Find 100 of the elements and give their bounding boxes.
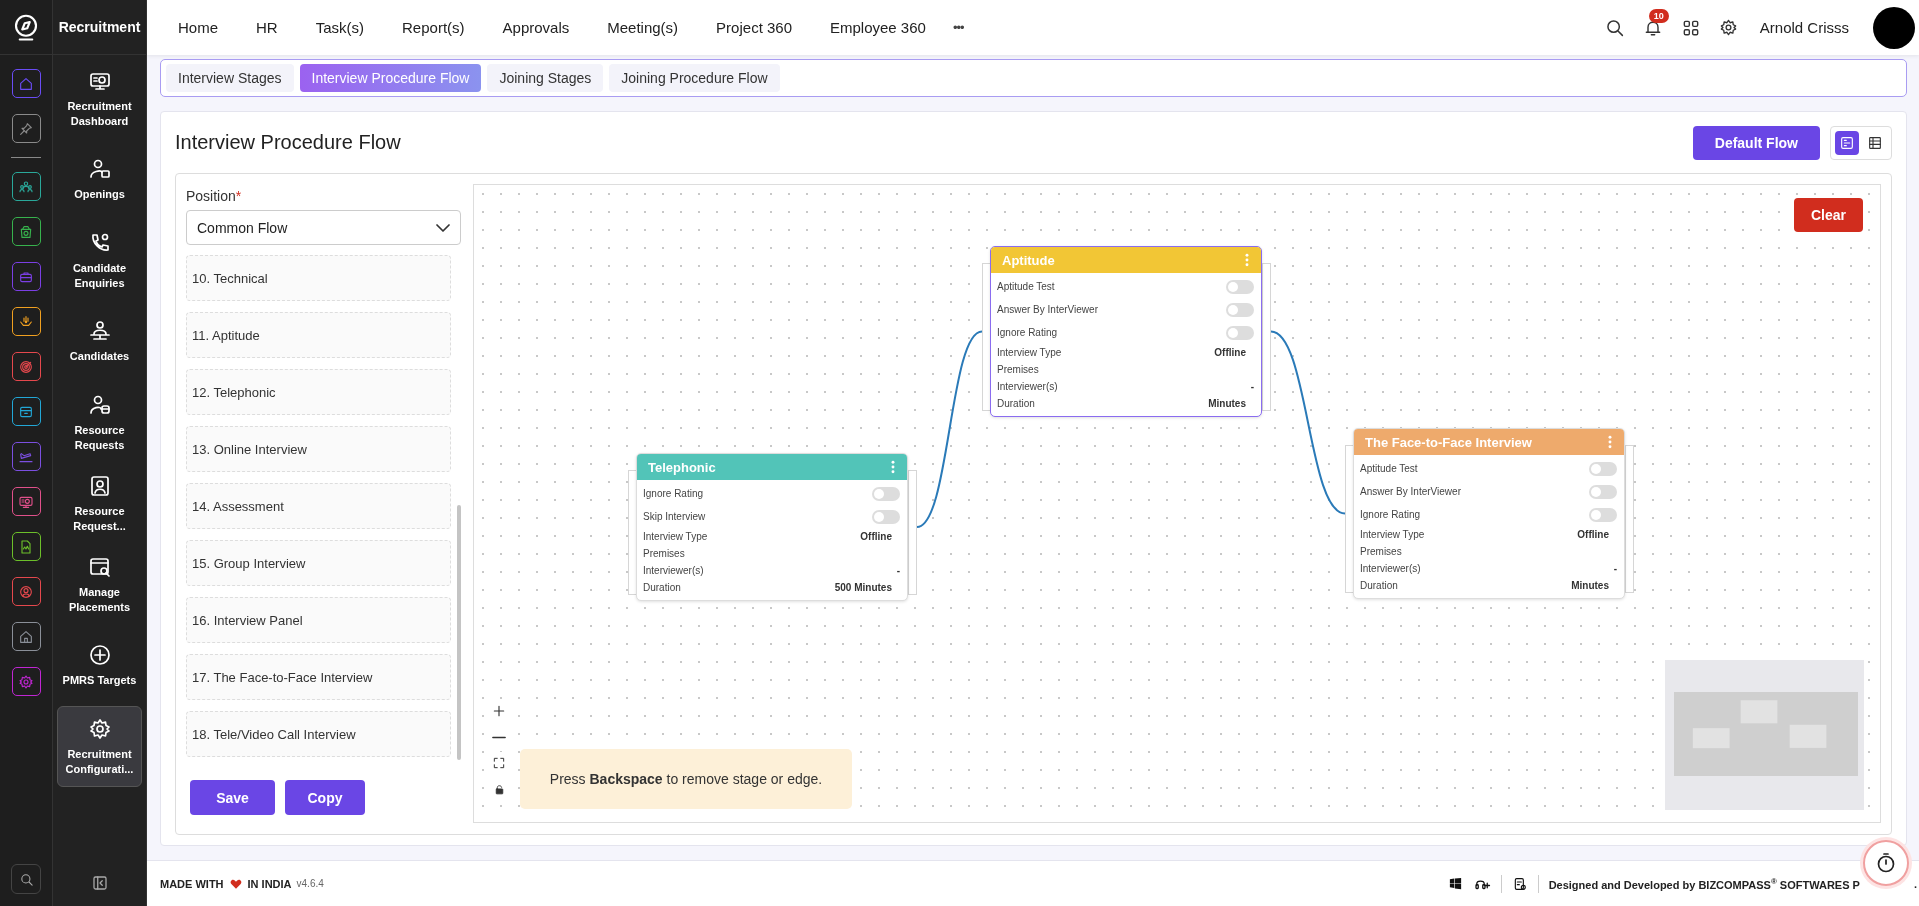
field-value: Offline [860,531,893,542]
user-name[interactable]: Arnold Crisss [1759,19,1849,36]
search-icon [18,871,34,887]
sidebar-item[interactable]: Openings [57,139,142,220]
nav-link[interactable]: Employee 360 [811,19,945,36]
nav-link[interactable]: HR [237,19,297,36]
sidebar-item[interactable]: Resource Requests [57,382,142,463]
sidebar-item[interactable]: Manage Placements [57,544,142,625]
search-button[interactable] [11,864,41,894]
module-button[interactable] [11,622,41,651]
module-button[interactable] [11,114,41,143]
module-button[interactable] [11,172,41,201]
sidebar-item[interactable]: Candidates [57,301,142,382]
page-title: Interview Procedure Flow [175,131,401,154]
field-label: Duration [997,398,1035,409]
sidebar-item[interactable]: PMRS Targets [57,625,142,706]
stage-node[interactable]: The Face-to-Face Interview Aptitude Test Answer By InterViewer Ignore Rating Interview Type Offline Premises Interviewer(s) - Duration Minutes [1353,428,1625,599]
edge-line[interactable] [916,330,983,528]
house-icon [18,628,34,645]
sidebar-item[interactable]: Resource Request... [57,463,142,544]
nav-link[interactable]: Task(s) [296,19,384,36]
field-label: Duration [643,582,681,593]
toggle-switch[interactable] [1589,507,1617,522]
field-label: Interviewer(s) [1360,563,1421,574]
sidebar-item[interactable]: Candidate Enquiries [57,220,142,301]
option-label: Ignore Rating [997,327,1058,338]
stage-node[interactable]: Aptitude Aptitude Test Answer By InterViewer Ignore Rating Interview Type Offline Premises Interviewer(s) - Duration Minutes [990,246,1262,417]
nav-link[interactable]: Report(s) [383,19,484,36]
node-handle[interactable] [908,470,917,595]
field-label: Premises [643,548,685,559]
table-icon [1867,134,1883,151]
module-button[interactable] [11,532,41,561]
nav-link[interactable]: Approvals [483,19,589,36]
field-label: Interview Type [643,531,708,542]
node-handle[interactable] [1625,445,1634,593]
scrollbar[interactable] [457,505,461,760]
toggle-switch[interactable] [872,486,900,501]
stage-item[interactable]: 11. Aptitude [186,312,451,358]
hint-text: Press Backspace to remove stage or edge. [520,749,852,809]
stage-node[interactable]: Telephonic Ignore Rating Skip Interview Interview Type Offline Premises Interviewer(s) - Duration 500 Minutes [636,453,908,601]
toggle-switch[interactable] [1226,302,1254,317]
module-button[interactable] [11,442,41,471]
field-label: Interview Type [997,347,1062,358]
tab[interactable]: Joining Stages [487,64,604,92]
position-select[interactable]: Common Flow [186,210,461,245]
field-label: Position* [186,188,243,204]
document-icon [18,538,34,555]
tab[interactable]: Interview Stages [166,64,294,92]
toggle-switch[interactable] [1589,461,1617,476]
nav-link[interactable]: Project 360 [697,19,811,36]
stage-item[interactable]: 13. Online Interview [186,426,451,472]
timer-button[interactable] [1863,840,1909,886]
field-label: Interview Type [1360,529,1425,540]
node-handle[interactable] [1262,263,1271,411]
module-button[interactable] [11,397,41,426]
stage-item[interactable]: 16. Interview Panel [186,597,451,643]
flow-view-button[interactable] [1835,130,1859,155]
module-button[interactable] [11,577,41,606]
toggle-switch[interactable] [1226,325,1254,340]
field-label: Interviewer(s) [997,381,1058,392]
footer-text: IN INDIA [247,877,292,890]
edge-line[interactable] [1270,330,1346,515]
toggle-switch[interactable] [1589,484,1617,499]
version-label: v4.6.4 [296,878,324,889]
stage-item[interactable]: 18. Tele/Video Call Interview [186,711,451,757]
sidebar-item[interactable]: Recruitment Dashboard [57,58,142,139]
default-flow-button[interactable]: Default Flow [1692,125,1820,160]
stage-item[interactable]: 17. The Face-to-Face Interview [186,654,451,700]
gear-icon [18,673,34,690]
option-label: Answer By InterViewer [1360,486,1461,497]
tab[interactable]: Joining Procedure Flow [609,64,780,92]
stage-item[interactable]: 10. Technical [186,255,451,301]
stage-item[interactable]: 12. Telephonic [186,369,451,415]
module-button[interactable] [11,352,41,381]
module-button[interactable] [11,307,41,336]
field-label: Premises [1360,546,1402,557]
module-button[interactable] [11,667,41,696]
minus-icon [492,735,506,739]
plus-icon [491,703,507,719]
stage-item[interactable]: 14. Assessment [186,483,451,529]
copy-button[interactable]: Copy [285,780,365,815]
module-button[interactable] [11,217,41,246]
notification-badge: 10 [1648,8,1669,23]
field-value: 500 Minutes [834,582,893,593]
sidebar-item[interactable]: Recruitment Configurati... [57,706,142,787]
person-icon [18,583,34,600]
toggle-switch[interactable] [1226,279,1254,294]
toggle-switch[interactable] [872,509,900,524]
home-icon [18,75,34,92]
save-button[interactable]: Save [190,780,275,815]
nav-link[interactable]: Home [159,19,237,36]
required-mark: * [235,188,242,204]
clear-button[interactable]: Clear [1793,198,1863,232]
nav-link[interactable]: Meeting(s) [588,19,698,36]
module-button[interactable] [11,487,41,516]
pin-icon [18,120,34,137]
field-label: Premises [997,364,1039,375]
avatar[interactable] [1873,6,1915,49]
stage-item[interactable]: 15. Group Interview [186,540,451,586]
more-menu[interactable]: ••• [944,20,964,35]
